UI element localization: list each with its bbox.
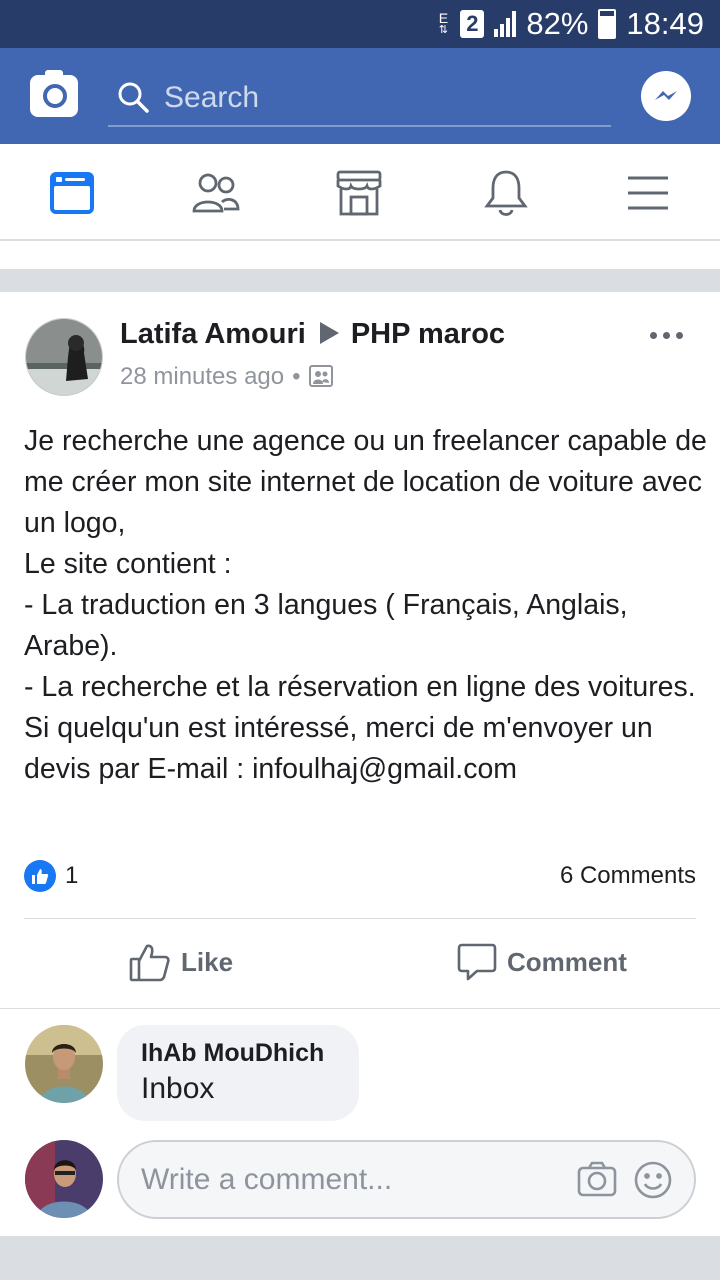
post-author-name[interactable]: Latifa Amouri bbox=[120, 318, 306, 350]
battery-icon bbox=[598, 9, 617, 39]
signal-icon bbox=[494, 11, 517, 37]
comment-bubble: IhAb MouDhich Inbox bbox=[117, 1025, 359, 1121]
more-dot-icon bbox=[663, 332, 670, 339]
news-feed-icon bbox=[50, 172, 94, 214]
like-button-label: Like bbox=[181, 946, 234, 977]
comment-bubble-icon bbox=[457, 943, 497, 981]
comment-input[interactable]: Write a comment... bbox=[141, 1163, 392, 1197]
more-dot-icon bbox=[676, 332, 683, 339]
comment-button-label: Comment bbox=[507, 946, 627, 977]
sim-badge: 2 bbox=[460, 10, 485, 38]
messenger-icon bbox=[655, 91, 677, 100]
commenter-avatar[interactable] bbox=[25, 1025, 103, 1103]
comment-composer[interactable]: Write a comment... bbox=[117, 1140, 696, 1219]
post-timestamp[interactable]: 28 minutes ago bbox=[120, 363, 284, 390]
status-bar: E ⇅ 2 82% 18:49 bbox=[0, 0, 720, 48]
meta-separator: • bbox=[292, 363, 301, 390]
previous-post-edge bbox=[0, 241, 720, 269]
hamburger-menu-icon bbox=[628, 176, 668, 210]
nav-marketplace[interactable] bbox=[332, 166, 386, 220]
comment-author[interactable]: IhAb MouDhich bbox=[141, 1039, 359, 1068]
more-dot-icon bbox=[650, 332, 657, 339]
my-avatar bbox=[25, 1140, 103, 1218]
divider bbox=[24, 918, 696, 919]
nav-friends[interactable] bbox=[189, 166, 243, 220]
like-button[interactable]: Like bbox=[129, 942, 233, 982]
post-body: Je recherche une agence ou un freelancer… bbox=[24, 425, 707, 785]
feed-post: Latifa Amouri PHP maroc 28 minutes ago • J… bbox=[0, 292, 720, 1236]
comment-button[interactable]: Comment bbox=[457, 942, 627, 982]
triangle-right-icon bbox=[319, 322, 339, 345]
camera-button[interactable] bbox=[30, 70, 78, 117]
messenger-button[interactable] bbox=[641, 71, 691, 121]
search-input[interactable]: Search bbox=[164, 81, 259, 115]
like-reaction-icon bbox=[24, 860, 56, 892]
bell-icon bbox=[484, 170, 528, 216]
nav-notifications[interactable] bbox=[479, 166, 533, 220]
clock: 18:49 bbox=[626, 6, 704, 41]
nav-news-feed[interactable] bbox=[45, 166, 99, 220]
nav-menu[interactable] bbox=[621, 166, 675, 220]
comments-count-link[interactable]: 6 Comments bbox=[560, 862, 696, 890]
friends-icon bbox=[192, 173, 240, 213]
post-options-button[interactable] bbox=[650, 332, 683, 339]
network-type-label: E bbox=[438, 10, 449, 26]
marketplace-icon bbox=[336, 170, 382, 216]
network-type-indicator: E ⇅ bbox=[436, 10, 450, 36]
group-audience-icon bbox=[308, 365, 333, 387]
camera-icon[interactable] bbox=[577, 1161, 617, 1197]
thumbs-up-icon bbox=[129, 944, 170, 982]
data-arrows-icon: ⇅ bbox=[438, 24, 448, 36]
post-group-name[interactable]: PHP maroc bbox=[351, 318, 505, 350]
author-avatar[interactable] bbox=[25, 318, 103, 396]
like-count: 1 bbox=[65, 862, 79, 889]
divider bbox=[0, 1008, 720, 1009]
post-meta: 28 minutes ago • bbox=[120, 363, 333, 391]
battery-percent: 82% bbox=[526, 6, 589, 41]
main-nav bbox=[0, 144, 720, 241]
search-icon bbox=[118, 82, 149, 113]
reaction-summary[interactable]: 1 bbox=[24, 860, 78, 892]
post-author-line: Latifa Amouri PHP maroc bbox=[120, 318, 505, 351]
search-bar[interactable]: Search bbox=[108, 72, 611, 127]
emoji-icon[interactable] bbox=[633, 1160, 673, 1200]
comment-text: Inbox bbox=[141, 1072, 215, 1105]
top-app-bar: Search bbox=[0, 48, 720, 144]
